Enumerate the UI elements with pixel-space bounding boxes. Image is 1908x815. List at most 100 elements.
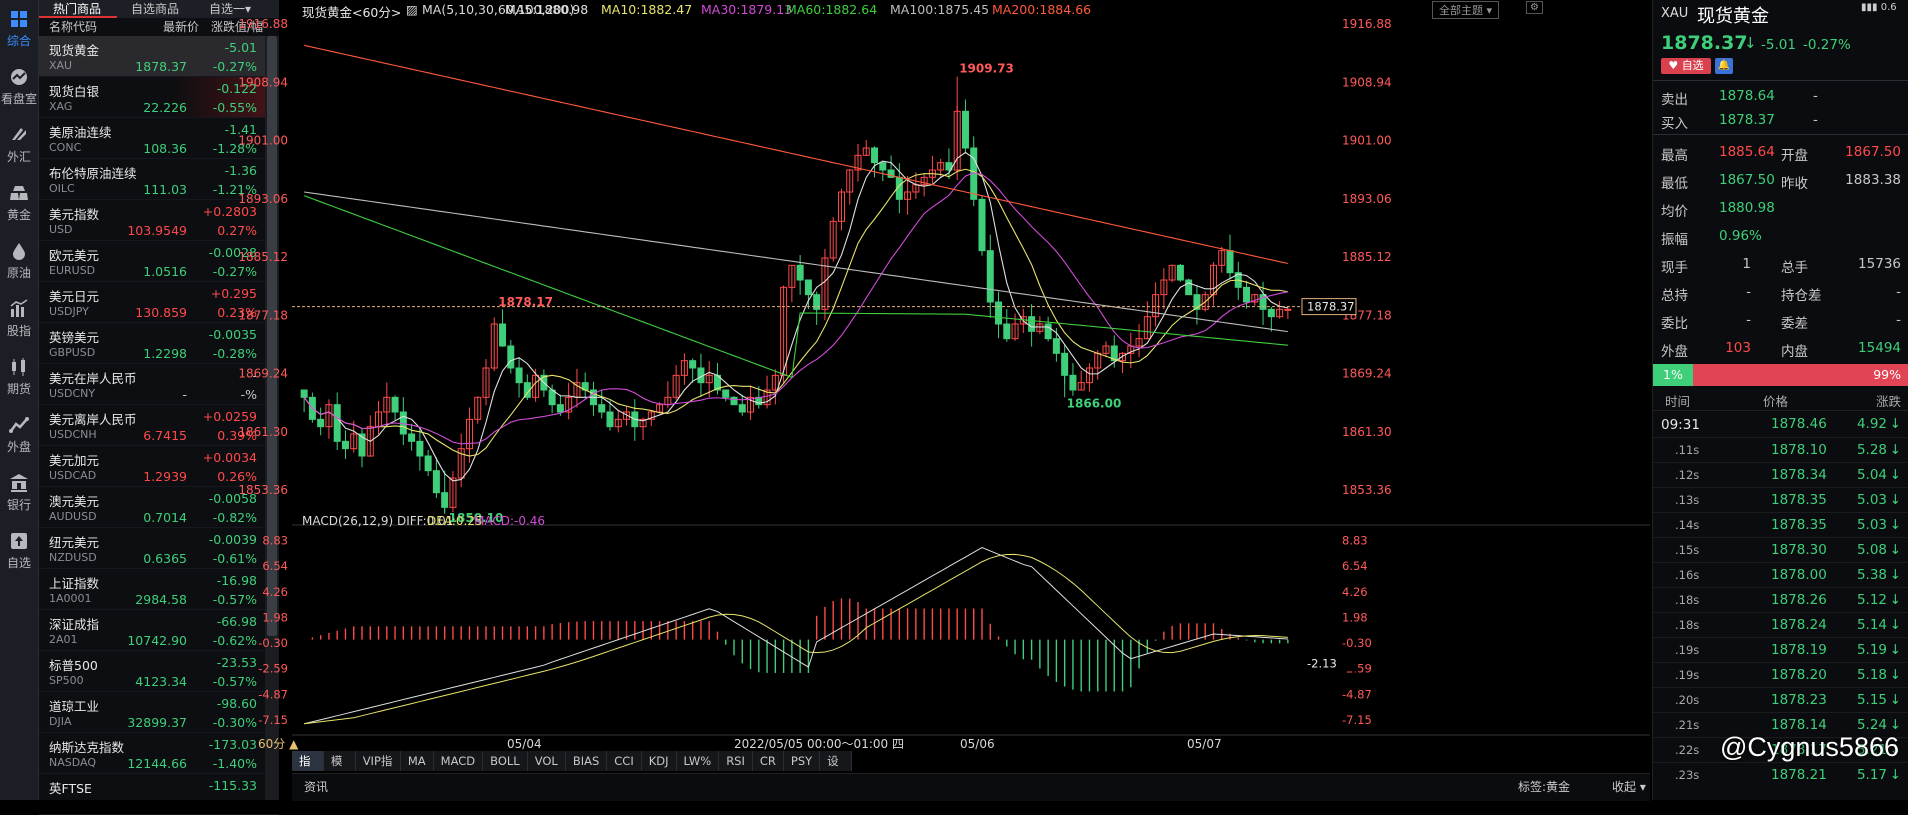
list-item[interactable]: 上证指数 1A0001 -16.98 2984.58 -0.57% bbox=[39, 569, 279, 610]
nav-label: 银行 bbox=[6, 498, 31, 512]
left-tick: 1901.00 bbox=[238, 134, 288, 148]
collapse-button[interactable]: 收起 ▾ bbox=[1612, 778, 1646, 795]
tab-custom-one[interactable]: 自选一▾ bbox=[195, 0, 267, 18]
candle-body bbox=[499, 323, 507, 347]
tab-indicator[interactable]: PSY bbox=[784, 751, 821, 771]
list-item[interactable]: 纽元美元 NZDUSD -0.0039 0.6365 -0.61% bbox=[39, 528, 279, 569]
macd-diff-line bbox=[304, 547, 1288, 725]
speed-indicator: ▮▮▮ 0.6 bbox=[1861, 2, 1897, 13]
tab-indicator[interactable]: MA bbox=[401, 751, 434, 771]
nav-item-8[interactable]: 银行 bbox=[0, 464, 38, 522]
stat-value: 0.96% bbox=[1719, 228, 1762, 244]
period-selector[interactable]: 60分 ▲ bbox=[258, 737, 299, 751]
item-name: 英镑美元 bbox=[49, 330, 100, 345]
nav-item-0[interactable]: 综合 bbox=[0, 0, 38, 58]
macd-tick-left: 8.83 bbox=[262, 534, 288, 548]
item-name: 现货黄金 bbox=[49, 43, 100, 58]
down-arrow-icon: ↓ bbox=[1889, 642, 1901, 658]
price-tick: 1853.36 bbox=[1342, 483, 1392, 497]
tab-indicator[interactable]: RSI bbox=[719, 751, 753, 771]
list-item[interactable]: 道琼工业 DJIA -98.60 32899.37 -0.30% bbox=[39, 692, 279, 733]
tick-price: 1878.26 bbox=[1771, 592, 1827, 608]
header-name[interactable]: 名称代码 bbox=[39, 18, 141, 36]
stat-value: 1885.64 bbox=[1719, 144, 1775, 160]
tab-indicator[interactable]: 设置 bbox=[820, 751, 853, 788]
tab-indicator[interactable]: VOL bbox=[528, 751, 566, 771]
tab-indicator[interactable]: CCI bbox=[607, 751, 642, 771]
item-pct: -1.40% bbox=[212, 756, 257, 771]
nav-item-7[interactable]: 外盘 bbox=[0, 406, 38, 464]
upload-icon bbox=[11, 533, 27, 549]
candle-body bbox=[1193, 294, 1201, 310]
candle-body bbox=[1028, 316, 1036, 332]
nav-item-3[interactable]: 黄金 bbox=[0, 174, 38, 232]
tab-indicator[interactable]: 指标 bbox=[292, 751, 324, 788]
stat-value: - bbox=[1896, 312, 1901, 328]
item-price: 1.0516 bbox=[143, 264, 187, 279]
macd-tick: -4.87 bbox=[1342, 687, 1372, 701]
tick-change: 5.38 bbox=[1856, 567, 1887, 583]
candle-body bbox=[879, 162, 887, 171]
add-watch-button[interactable]: ♥ 自选 bbox=[1661, 58, 1711, 74]
candle-body bbox=[515, 367, 523, 384]
candle-body bbox=[730, 396, 738, 406]
watchlist-scrollbar[interactable] bbox=[265, 36, 279, 800]
bank-icon bbox=[10, 474, 28, 492]
chart-canvas[interactable]: 1916.88 1908.94 1901.00 1893.06 1885.12 1877.… bbox=[238, 0, 1650, 800]
date-label: 05/07 bbox=[1187, 737, 1222, 751]
stats-row: 振幅 0.96% bbox=[1653, 224, 1908, 252]
tab-indicator[interactable]: CR bbox=[753, 751, 784, 771]
candle-body bbox=[722, 389, 730, 398]
tab-indicator[interactable]: MACD bbox=[434, 751, 484, 771]
tab-indicator[interactable]: KDJ bbox=[642, 751, 677, 771]
tab-indicator[interactable]: VIP指标 bbox=[356, 751, 401, 788]
watchlist-tabs: 热门商品 自选商品 自选一▾ bbox=[39, 0, 279, 18]
tab-indicator[interactable]: BIAS bbox=[566, 751, 608, 771]
nav-item-6[interactable]: 期货 bbox=[0, 348, 38, 406]
info-tab[interactable]: 资讯 bbox=[304, 778, 328, 795]
header-price[interactable]: 最新价 bbox=[141, 18, 199, 36]
item-change: +0.0259 bbox=[202, 409, 257, 424]
bell-icon[interactable]: 🔔 bbox=[1715, 58, 1733, 74]
list-item[interactable]: 深证成指 2A01 -66.98 10742.90 -0.62% bbox=[39, 610, 279, 651]
item-price: 2984.58 bbox=[135, 592, 187, 607]
tab-hot-goods[interactable]: 热门商品 bbox=[39, 0, 118, 18]
item-pct: -0.27% bbox=[212, 59, 257, 74]
tab-indicator[interactable]: LW% bbox=[677, 751, 720, 771]
current-price: 1878.37 bbox=[1661, 32, 1748, 54]
list-item[interactable]: 标普500 SP500 -23.53 4123.34 -0.57% bbox=[39, 651, 279, 692]
tab-indicator[interactable]: BOLL bbox=[483, 751, 528, 771]
candle-body bbox=[432, 470, 440, 494]
tab-indicator[interactable]: 模板 bbox=[324, 751, 356, 788]
nav-item-5[interactable]: 股指 bbox=[0, 290, 38, 348]
list-item[interactable]: 纳斯达克指数 NASDAQ -173.03 12144.66 -1.40% bbox=[39, 733, 279, 774]
list-item[interactable]: 英FTSE -115.33 bbox=[39, 774, 279, 815]
tick-change: 5.12 bbox=[1856, 592, 1887, 608]
tick-price: 1878.35 bbox=[1771, 492, 1827, 508]
tick-time: .22s bbox=[1675, 743, 1700, 757]
nav-item-9[interactable]: 自选 bbox=[0, 522, 38, 580]
nav-item-2[interactable]: 外汇 bbox=[0, 116, 38, 174]
list-item[interactable]: 英镑美元 GBPUSD -0.0035 1.2298 -0.28% bbox=[39, 323, 279, 364]
nav-item-1[interactable]: 看盘室 bbox=[0, 58, 38, 116]
candle-body bbox=[424, 455, 432, 472]
tick-change: 5.03 bbox=[1856, 492, 1887, 508]
tag-label[interactable]: 标签:黄金 bbox=[1518, 778, 1570, 795]
item-pct: -0.30% bbox=[212, 715, 257, 730]
left-tick: 1916.88 bbox=[238, 17, 288, 31]
item-change: -98.60 bbox=[216, 696, 257, 711]
list-item[interactable]: 现货黄金 XAU -5.01 1878.37 -0.27% bbox=[39, 36, 279, 77]
candle-body bbox=[391, 396, 399, 413]
nav-item-4[interactable]: 原油 bbox=[0, 232, 38, 290]
left-tick: 1861.30 bbox=[238, 425, 288, 439]
bid-ask-extra: - bbox=[1813, 112, 1818, 128]
price-tick: 1908.94 bbox=[1342, 75, 1392, 89]
list-item[interactable]: 美元指数 USD +0.2803 103.9549 0.27% bbox=[39, 200, 279, 241]
list-item[interactable]: 美元加元 USDCAD +0.0034 1.2939 0.26% bbox=[39, 446, 279, 487]
item-name: 英FTSE bbox=[49, 781, 92, 796]
macd-dea-line bbox=[304, 553, 1288, 725]
item-change: +0.0034 bbox=[202, 450, 257, 465]
tab-custom-goods[interactable]: 自选商品 bbox=[117, 0, 195, 18]
tick-header-time: 时间 bbox=[1665, 394, 1691, 409]
left-tick: 1853.36 bbox=[238, 483, 288, 497]
